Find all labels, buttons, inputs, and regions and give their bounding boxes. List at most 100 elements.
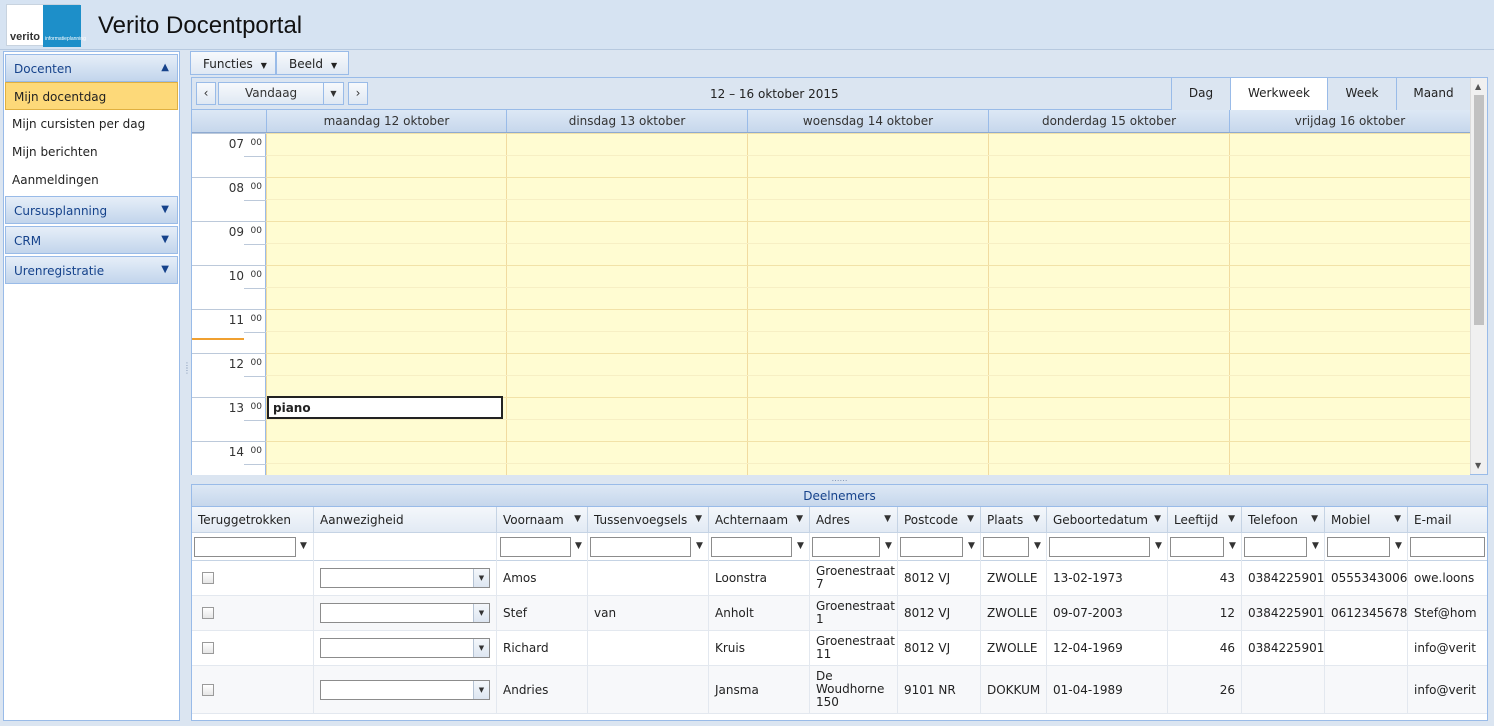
- col-header-leeftijd[interactable]: Leeftijd ▼: [1168, 507, 1242, 533]
- withdrawn-checkbox[interactable]: [202, 607, 214, 619]
- col-header-geboortedatum[interactable]: Geboortedatum ▼: [1047, 507, 1168, 533]
- filter-input-teruggetrokken[interactable]: [194, 537, 296, 557]
- filter-input-achternaam[interactable]: [711, 537, 792, 557]
- filter-icon[interactable]: ▼: [968, 541, 975, 551]
- filter-input-postcode[interactable]: [900, 537, 963, 557]
- filter-icon[interactable]: ▼: [696, 541, 703, 551]
- filter-icon[interactable]: ▼: [300, 541, 307, 551]
- functies-menu-button[interactable]: Functies ▼: [190, 51, 276, 75]
- hour-line: [266, 265, 1470, 266]
- col-header-email[interactable]: E-mail: [1408, 507, 1487, 533]
- col-header-plaats[interactable]: Plaats ▼: [981, 507, 1047, 533]
- col-header-adres[interactable]: Adres ▼: [810, 507, 898, 533]
- col-header-voornaam[interactable]: Voornaam ▼: [497, 507, 588, 533]
- attendance-select[interactable]: ▼: [320, 603, 490, 623]
- filter-icon[interactable]: ▼: [1155, 541, 1162, 551]
- chevron-down-icon[interactable]: ▼: [473, 604, 489, 622]
- sidebar-item-mijn-berichten[interactable]: Mijn berichten: [4, 138, 179, 166]
- prev-button[interactable]: ‹: [196, 82, 216, 105]
- day-column[interactable]: [988, 133, 1229, 475]
- tab-maand[interactable]: Maand: [1396, 78, 1470, 110]
- cell-plaats: ZWOLLE: [981, 561, 1047, 595]
- filter-input-mobiel[interactable]: [1327, 537, 1390, 557]
- filter-input-geboortedatum[interactable]: [1049, 537, 1150, 557]
- filter-input-tussenvoegsels[interactable]: [590, 537, 691, 557]
- filter-icon[interactable]: ▼: [967, 514, 974, 524]
- day-column[interactable]: [1229, 133, 1470, 475]
- filter-input-voornaam[interactable]: [500, 537, 571, 557]
- sidebar-item-mijn-cursisten-per-dag[interactable]: Mijn cursisten per dag: [4, 110, 179, 138]
- filter-icon[interactable]: ▼: [1154, 514, 1161, 524]
- beeld-menu-button[interactable]: Beeld ▼: [276, 51, 349, 75]
- section-urenregistratie[interactable]: Urenregistratie ▼: [5, 256, 178, 284]
- table-row[interactable]: ▼ Andries Jansma De Woudhorne 150 9101 N…: [192, 666, 1487, 714]
- tab-dag[interactable]: Dag: [1171, 78, 1230, 110]
- filter-icon[interactable]: ▼: [1033, 514, 1040, 524]
- col-header-teruggetrokken[interactable]: Teruggetrokken: [192, 507, 314, 533]
- today-dropdown[interactable]: Vandaag ▼: [218, 82, 344, 105]
- next-button[interactable]: ›: [348, 82, 368, 105]
- table-row[interactable]: ▼ Richard Kruis Groenestraat 11 8012 VJ …: [192, 631, 1487, 666]
- chevron-down-icon[interactable]: ▼: [473, 569, 489, 587]
- tab-week[interactable]: Week: [1327, 78, 1396, 110]
- filter-icon[interactable]: ▼: [1312, 541, 1319, 551]
- tab-werkweek[interactable]: Werkweek: [1230, 78, 1327, 110]
- attendance-select[interactable]: ▼: [320, 679, 490, 700]
- filter-input-adres[interactable]: [812, 537, 880, 557]
- filter-icon[interactable]: ▼: [695, 514, 702, 524]
- chevron-up-icon[interactable]: ▲: [161, 62, 169, 73]
- filter-icon[interactable]: ▼: [884, 514, 891, 524]
- attendance-select[interactable]: ▼: [320, 568, 490, 588]
- filter-input-email[interactable]: [1410, 537, 1485, 557]
- table-row[interactable]: ▼ Stef van Anholt Groenestraat 1 8012 VJ…: [192, 596, 1487, 631]
- chevron-down-icon[interactable]: ▼: [323, 83, 343, 104]
- sidebar-item-mijn-docentdag[interactable]: Mijn docentdag: [5, 82, 178, 110]
- filter-icon[interactable]: ▼: [1394, 514, 1401, 524]
- col-header-aanwezigheid[interactable]: Aanwezigheid: [314, 507, 497, 533]
- attendance-select[interactable]: ▼: [320, 638, 490, 658]
- cell-teruggetrokken: [192, 561, 314, 595]
- withdrawn-checkbox[interactable]: [202, 683, 214, 696]
- scrollbar-thumb[interactable]: [1474, 95, 1484, 325]
- chevron-down-icon[interactable]: ▼: [161, 264, 169, 275]
- scroll-down-icon[interactable]: ▼: [1475, 461, 1481, 470]
- section-crm[interactable]: CRM ▼: [5, 226, 178, 254]
- table-row[interactable]: ▼ Amos Loonstra Groenestraat 7 8012 VJ Z…: [192, 561, 1487, 596]
- filter-icon[interactable]: ▼: [796, 514, 803, 524]
- filter-input-telefoon[interactable]: [1244, 537, 1307, 557]
- col-header-postcode[interactable]: Postcode ▼: [898, 507, 981, 533]
- filter-icon[interactable]: ▼: [1229, 541, 1236, 551]
- scheduler-scrollbar[interactable]: ▲ ▼: [1470, 78, 1487, 474]
- scroll-up-icon[interactable]: ▲: [1475, 82, 1481, 91]
- filter-icon[interactable]: ▼: [1228, 514, 1235, 524]
- withdrawn-checkbox[interactable]: [202, 572, 214, 584]
- section-cursusplanning[interactable]: Cursusplanning ▼: [5, 196, 178, 224]
- chevron-down-icon[interactable]: ▼: [473, 639, 489, 657]
- filter-icon[interactable]: ▼: [1034, 541, 1041, 551]
- col-header-telefoon[interactable]: Telefoon ▼: [1242, 507, 1325, 533]
- chevron-down-icon[interactable]: ▼: [161, 234, 169, 245]
- filter-input-plaats[interactable]: [983, 537, 1029, 557]
- filter-icon[interactable]: ▼: [575, 541, 582, 551]
- filter-input-leeftijd[interactable]: [1170, 537, 1224, 557]
- chevron-down-icon[interactable]: ▼: [161, 204, 169, 215]
- appointment-piano[interactable]: piano: [267, 396, 503, 419]
- day-column[interactable]: [506, 133, 747, 475]
- panel-splitter[interactable]: ……: [191, 475, 1488, 484]
- col-header-achternaam[interactable]: Achternaam ▼: [709, 507, 810, 533]
- filter-icon[interactable]: ▼: [1395, 541, 1402, 551]
- filter-icon[interactable]: ▼: [885, 541, 892, 551]
- filter-icon[interactable]: ▼: [1311, 514, 1318, 524]
- withdrawn-checkbox[interactable]: [202, 642, 214, 654]
- sidebar-splitter[interactable]: ⋮ ⋮: [180, 51, 191, 721]
- cell-email: info@verit: [1414, 682, 1476, 697]
- col-header-mobiel[interactable]: Mobiel ▼: [1325, 507, 1408, 533]
- filter-icon[interactable]: ▼: [574, 514, 581, 524]
- section-docenten[interactable]: Docenten ▲: [5, 54, 178, 82]
- day-column[interactable]: [747, 133, 988, 475]
- chevron-down-icon[interactable]: ▼: [473, 680, 489, 699]
- filter-icon[interactable]: ▼: [797, 541, 804, 551]
- day-column[interactable]: [266, 133, 506, 475]
- sidebar-item-aanmeldingen[interactable]: Aanmeldingen: [4, 166, 179, 194]
- col-header-tussenvoegsels[interactable]: Tussenvoegsels ▼: [588, 507, 709, 533]
